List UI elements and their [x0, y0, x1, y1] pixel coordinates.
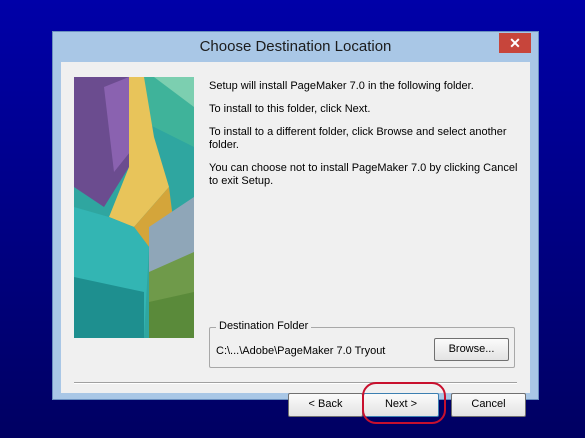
destination-folder-label: Destination Folder	[216, 320, 312, 332]
title-bar[interactable]: Choose Destination Location ✕	[53, 32, 538, 62]
next-highlight-annotation	[362, 382, 446, 424]
instruction-line-4: You can choose not to install PageMaker …	[209, 162, 518, 187]
instruction-line-2: To install to this folder, click Next.	[209, 103, 371, 115]
dialog-title: Choose Destination Location	[199, 38, 392, 55]
browse-button[interactable]: Browse...	[434, 338, 509, 361]
cancel-button[interactable]: Cancel	[451, 393, 526, 417]
close-button[interactable]: ✕	[499, 33, 531, 53]
dialog-client-area: Setup will install PageMaker 7.0 in the …	[61, 62, 530, 424]
instruction-line-3: To install to a different folder, click …	[209, 126, 507, 151]
setup-dialog: Choose Destination Location ✕ Setup will…	[52, 31, 539, 424]
destination-folder-path: C:\...\Adobe\PageMaker 7.0 Tryout	[216, 345, 386, 357]
separator-line	[74, 382, 517, 384]
instruction-line-1: Setup will install PageMaker 7.0 in the …	[209, 80, 474, 92]
close-icon: ✕	[509, 35, 521, 51]
instructions: Setup will install PageMaker 7.0 in the …	[209, 80, 519, 198]
back-button[interactable]: < Back	[288, 393, 363, 417]
pagemaker-banner-image	[74, 77, 194, 338]
destination-folder-group: Destination Folder C:\...\Adobe\PageMake…	[209, 320, 515, 368]
